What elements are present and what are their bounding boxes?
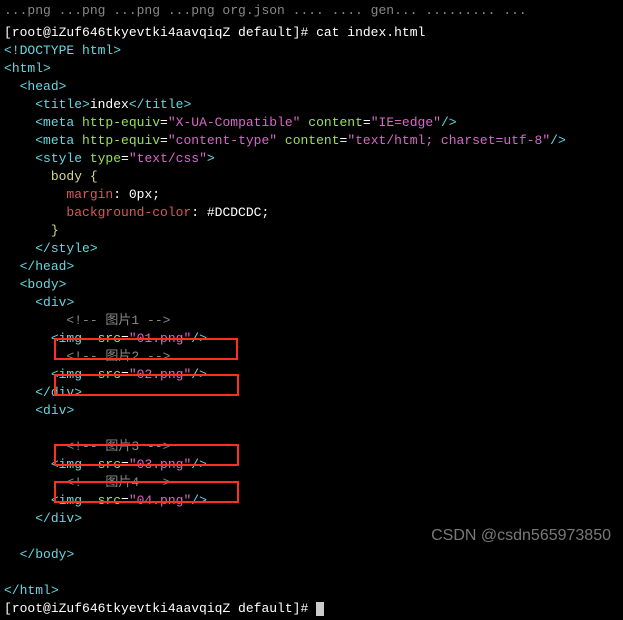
watermark-text: CSDN @csdn565973850 — [431, 527, 611, 545]
file-content: <!DOCTYPE html> <html> <head> <title>ind… — [4, 43, 566, 598]
command-text: cat index.html — [316, 25, 425, 40]
prompt-line-1: [root@iZuf646tkyevtki4aavqiqZ default]# … — [4, 25, 425, 40]
cursor-block — [316, 602, 324, 616]
prompt-line-2: [root@iZuf646tkyevtki4aavqiqZ default]# — [4, 601, 324, 616]
top-truncated-line: ...png ...png ...png ...png org.json ...… — [0, 0, 623, 22]
